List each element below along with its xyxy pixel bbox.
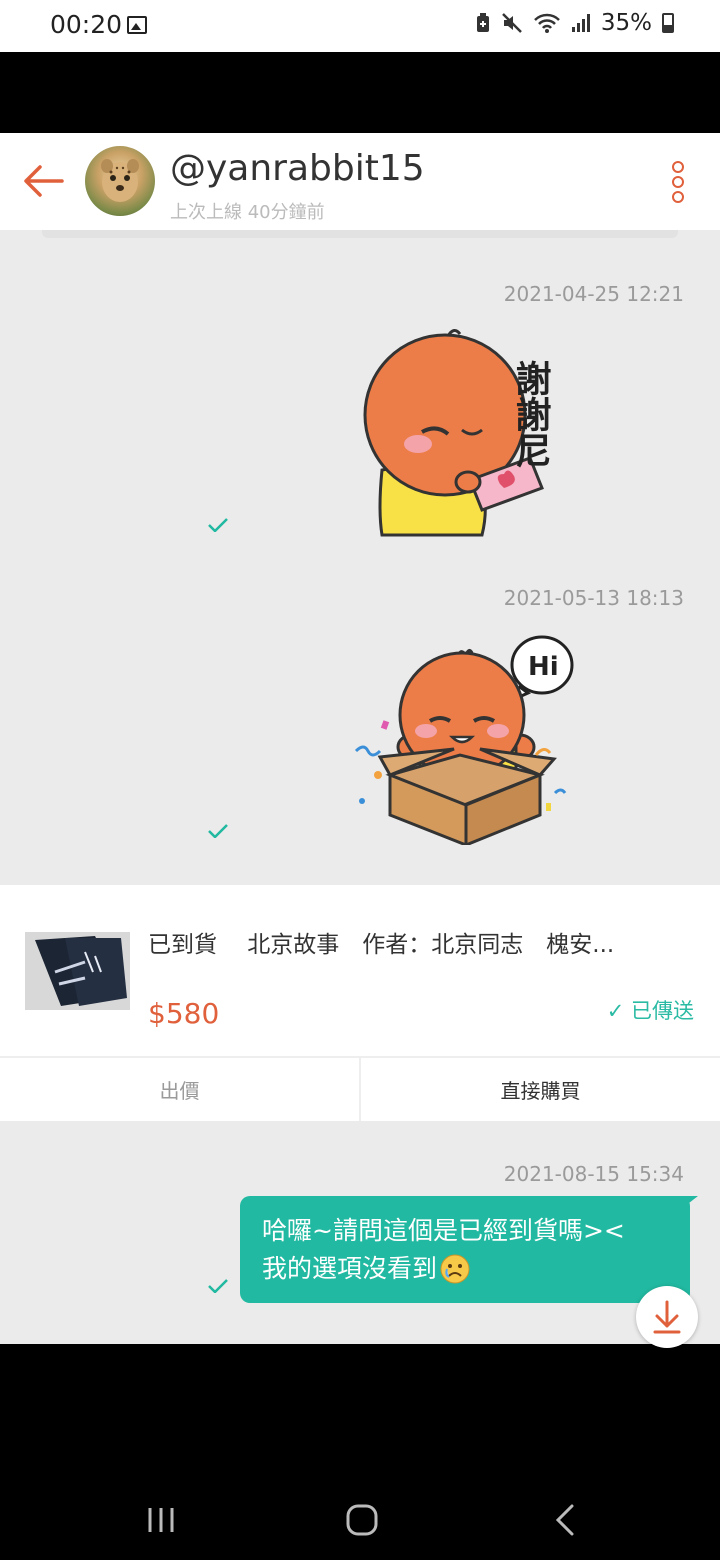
wifi-icon: [533, 13, 560, 33]
read-check-icon: [208, 1279, 228, 1293]
scroll-to-bottom-button[interactable]: [636, 1286, 698, 1348]
battery-saver-icon: [476, 13, 489, 32]
back-arrow-icon[interactable]: [22, 163, 66, 199]
chat-header: @yanrabbit15 上次上線 40分鐘前: [0, 133, 720, 230]
read-check-icon: [208, 518, 228, 532]
message-timestamp: 2021-05-13 18:13: [503, 586, 684, 610]
read-check-icon: [208, 824, 228, 838]
sent-check-icon: ✓: [606, 999, 625, 1023]
status-time: 00:20: [50, 10, 123, 39]
message-line-2: 我的選項沒看到: [262, 1250, 668, 1288]
chat-username: @yanrabbit15: [170, 148, 425, 189]
make-offer-button[interactable]: 出價: [0, 1058, 359, 1121]
arrow-down-icon: [653, 1300, 681, 1334]
sticker-hi[interactable]: Hi: [350, 625, 590, 845]
pinned-bar: [42, 230, 678, 238]
sent-status-label: 已傳送: [631, 999, 694, 1023]
battery-icon: [662, 13, 674, 33]
signal-icon: [571, 14, 590, 32]
battery-percent: 35%: [600, 10, 652, 36]
product-image[interactable]: [25, 932, 130, 1010]
sad-emoji-icon: [440, 1254, 470, 1284]
last-seen-status: 上次上線 40分鐘前: [170, 202, 325, 223]
bubble-tail: [680, 1196, 698, 1210]
avatar[interactable]: [85, 146, 155, 216]
product-card[interactable]: 已到貨 北京故事 作者：北京同志 槐安... $580 ✓ 已傳送 出價 直接購…: [0, 885, 720, 1121]
sent-status: ✓ 已傳送: [607, 995, 694, 1025]
message-timestamp: 2021-08-15 15:34: [503, 1162, 684, 1186]
sticker-text: 謝謝尼: [510, 360, 551, 468]
sticker-hi-text: Hi: [528, 652, 559, 682]
home-icon[interactable]: [346, 1504, 378, 1536]
back-nav-icon[interactable]: [554, 1504, 576, 1536]
buy-now-button[interactable]: 直接購買: [361, 1058, 720, 1121]
message-bubble[interactable]: 哈囉~請問這個是已經到貨嗎>< 我的選項沒看到: [240, 1196, 690, 1303]
product-price: $580: [148, 997, 220, 1030]
sticker-thank-you[interactable]: 謝謝尼: [360, 320, 580, 540]
more-options-icon[interactable]: [672, 161, 686, 205]
status-icons: 35%: [475, 10, 674, 36]
message-timestamp: 2021-04-25 12:21: [503, 282, 684, 306]
status-bar: 00:20 35%: [0, 0, 720, 52]
chat-messages[interactable]: 2021-04-25 12:21 謝謝尼 2021-05-13 18:13 Hi: [0, 230, 720, 885]
gallery-icon: [127, 16, 147, 34]
recent-apps-icon[interactable]: [146, 1506, 176, 1534]
message-line-1: 哈囉~請問這個是已經到貨嗎><: [262, 1216, 625, 1245]
system-nav-bar: [0, 1470, 720, 1560]
mute-icon: [501, 13, 522, 33]
product-title[interactable]: 已到貨 北京故事 作者：北京同志 槐安...: [148, 925, 693, 959]
chat-messages-2[interactable]: 2021-08-15 15:34 哈囉~請問這個是已經到貨嗎>< 我的選項沒看到: [0, 1121, 720, 1348]
